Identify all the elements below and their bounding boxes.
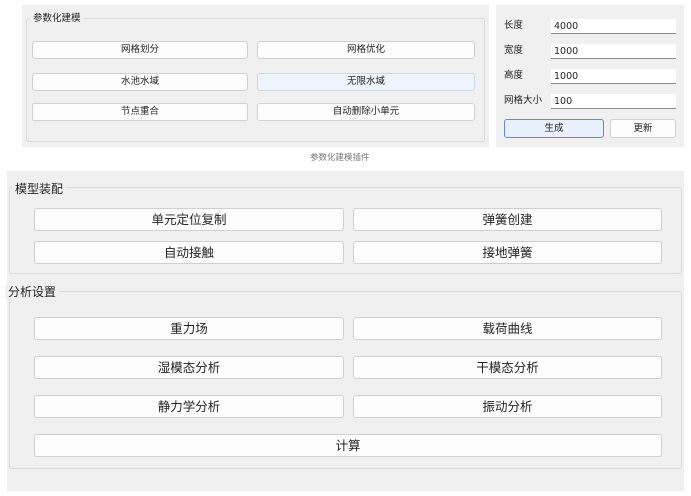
height-label: 高度: [504, 70, 524, 81]
dimensions-panel: 长度 宽度 高度 网格大小 生成 更新: [496, 5, 684, 147]
pool-water-button[interactable]: 水池水域: [32, 73, 248, 91]
length-label: 长度: [504, 20, 524, 31]
compute-button[interactable]: 计算: [34, 434, 662, 457]
parametric-panel: 参数化建模 网格划分 网格优化 水池水域 无限水域 节点重合 自动删除小单元: [22, 5, 489, 147]
width-label: 宽度: [504, 45, 524, 56]
mesh-size-input[interactable]: [551, 94, 676, 109]
infinite-water-button[interactable]: 无限水域: [257, 73, 475, 91]
element-position-copy-button[interactable]: 单元定位复制: [34, 208, 344, 231]
mesh-optimize-button[interactable]: 网格优化: [257, 41, 475, 59]
gravity-field-button[interactable]: 重力场: [34, 317, 344, 340]
length-input[interactable]: [551, 19, 676, 34]
plugin-caption: 参数化建模插件: [310, 153, 370, 163]
parametric-group-title: 参数化建模: [30, 12, 84, 26]
assembly-analysis-panel: 模型装配 单元定位复制 弹簧创建 自动接触 接地弹簧 分析设置 重力场 载荷曲线…: [5, 171, 684, 491]
node-merge-button[interactable]: 节点重合: [32, 103, 248, 121]
generate-button[interactable]: 生成: [504, 119, 604, 138]
load-curve-button[interactable]: 载荷曲线: [353, 317, 662, 340]
analysis-group-title: 分析设置: [5, 285, 60, 299]
ground-spring-button[interactable]: 接地弹簧: [353, 241, 662, 264]
auto-contact-button[interactable]: 自动接触: [34, 241, 344, 264]
assembly-group-title: 模型装配: [12, 182, 67, 196]
static-analysis-button[interactable]: 静力学分析: [34, 395, 344, 418]
wet-modal-analysis-button[interactable]: 湿模态分析: [34, 356, 344, 379]
vibration-analysis-button[interactable]: 振动分析: [353, 395, 662, 418]
mesh-generate-button[interactable]: 网格划分: [32, 41, 248, 59]
auto-delete-small-elements-button[interactable]: 自动删除小单元: [257, 103, 475, 121]
dry-modal-analysis-button[interactable]: 干模态分析: [353, 356, 662, 379]
update-button[interactable]: 更新: [610, 119, 676, 138]
mesh-size-label: 网格大小: [504, 95, 543, 106]
height-input[interactable]: [551, 69, 676, 84]
spring-create-button[interactable]: 弹簧创建: [353, 208, 662, 231]
width-input[interactable]: [551, 44, 676, 59]
